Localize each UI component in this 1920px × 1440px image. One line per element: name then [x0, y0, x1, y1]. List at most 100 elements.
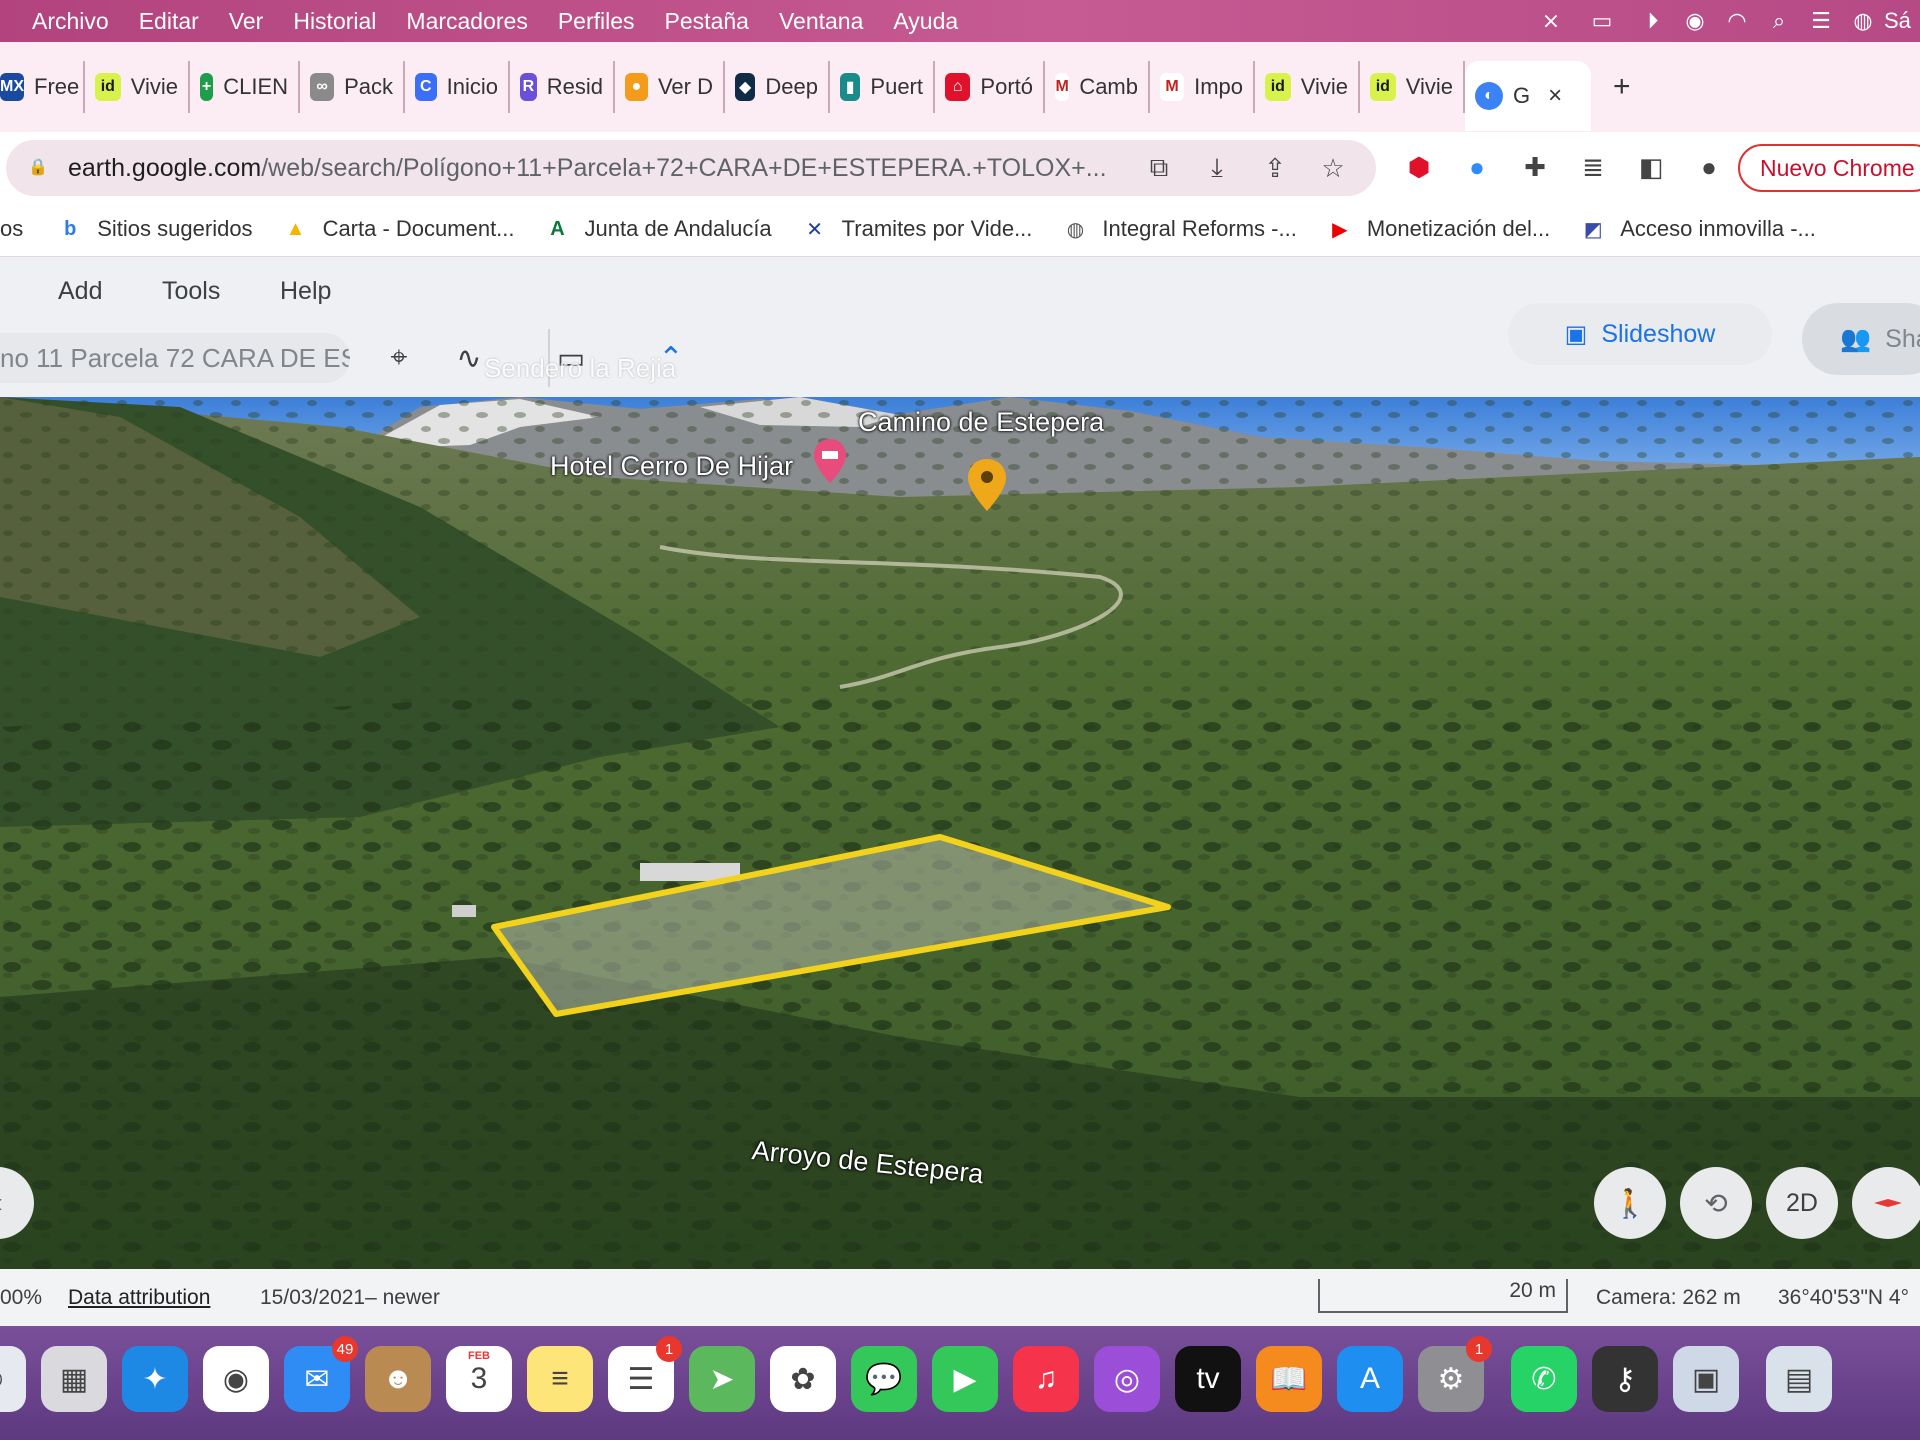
menu-historial[interactable]: Historial: [293, 8, 376, 35]
adblock-icon[interactable]: ⬢: [1390, 152, 1448, 183]
location-pin-icon[interactable]: [966, 457, 1008, 513]
settings-icon[interactable]: ⚙ 1: [1418, 1336, 1492, 1412]
tab-14[interactable]: id Vivie: [1360, 61, 1465, 113]
toggle-2d-button[interactable]: 2D: [1766, 1167, 1838, 1239]
menu-perfiles[interactable]: Perfiles: [558, 8, 635, 35]
menu-editar[interactable]: Editar: [139, 8, 199, 35]
rotate-lock-icon[interactable]: ⟲: [1680, 1167, 1752, 1239]
close-tab-icon[interactable]: ×: [1548, 82, 1562, 110]
maps-icon[interactable]: ➤: [689, 1346, 755, 1412]
side-panel-icon[interactable]: ◧: [1622, 152, 1680, 183]
menu-marcadores[interactable]: Marcadores: [406, 8, 527, 35]
zoom-extension-icon[interactable]: ●: [1448, 152, 1506, 183]
reminders-icon[interactable]: ☰ 1: [608, 1336, 682, 1412]
messages-icon[interactable]: 💬: [851, 1346, 917, 1412]
bookmark-item[interactable]: os: [0, 216, 23, 242]
tab-9[interactable]: ▮ Puert: [830, 61, 935, 113]
map-label-hotel[interactable]: Hotel Cerro De Hijar: [550, 451, 793, 482]
battery-icon[interactable]: ▭: [1572, 8, 1632, 34]
imagery-date[interactable]: 15/03/2021– newer: [260, 1286, 440, 1310]
tab-2[interactable]: id Vivie: [85, 61, 190, 113]
podcasts-icon[interactable]: ◎: [1094, 1346, 1160, 1412]
bookmark-star-icon[interactable]: ☆: [1304, 153, 1362, 184]
photos-icon[interactable]: ✿: [770, 1346, 836, 1412]
bookmark-item[interactable]: ◩ Acceso inmovilla -...: [1580, 216, 1816, 242]
earth-menu-tools[interactable]: Tools: [162, 267, 220, 315]
appstore-icon[interactable]: A: [1337, 1346, 1403, 1412]
finder-icon[interactable]: ☺: [0, 1346, 26, 1412]
bookmark-item[interactable]: A Junta de Andalucía: [545, 216, 771, 242]
bookmark-item[interactable]: ▲ Carta - Document...: [283, 216, 515, 242]
slideshow-button[interactable]: ▣ Slideshow: [1508, 303, 1772, 365]
bookmark-item[interactable]: b Sitios sugeridos: [57, 216, 252, 242]
share-icon[interactable]: ⇪: [1246, 153, 1304, 184]
notes-icon[interactable]: ≡: [527, 1346, 593, 1412]
screenshot-icon[interactable]: ▤: [1766, 1346, 1832, 1412]
tab-11[interactable]: M Camb: [1045, 61, 1150, 113]
whatsapp-icon[interactable]: ✆: [1511, 1346, 1577, 1412]
safari-icon[interactable]: ✦: [122, 1346, 188, 1412]
share-button[interactable]: 👥 Sha: [1802, 303, 1920, 375]
tab-7[interactable]: ● Ver D: [615, 61, 725, 113]
address-bar[interactable]: 🔒 earth.google.com/web/search/Polígono+1…: [6, 140, 1376, 196]
previous-arrow-button[interactable]: ‹: [0, 1167, 34, 1239]
map-label-camino[interactable]: Camino de Estepera: [858, 407, 1104, 438]
active-tab[interactable]: ◐ G ×: [1465, 61, 1591, 131]
open-external-icon[interactable]: ⧉: [1130, 152, 1188, 184]
calendar-icon[interactable]: 3 FEB: [446, 1346, 512, 1412]
wifi-icon[interactable]: ◠: [1716, 8, 1758, 34]
bluetooth-off-icon[interactable]: ⨯: [1530, 8, 1572, 34]
earth-search-input[interactable]: no 11 Parcela 72 CARA DE ES: [0, 333, 350, 383]
bookmark-item[interactable]: ✕ Tramites por Vide...: [802, 216, 1032, 242]
earth-menu-help[interactable]: Help: [280, 267, 331, 315]
menu-ventana[interactable]: Ventana: [779, 8, 863, 35]
new-chrome-button[interactable]: Nuevo Chrome: [1738, 144, 1920, 192]
menu-archivo[interactable]: Archivo: [32, 8, 109, 35]
tv-icon[interactable]: tv: [1175, 1346, 1241, 1412]
control-center-icon[interactable]: ☰: [1800, 8, 1842, 34]
clock-text[interactable]: Sá: [1884, 8, 1920, 34]
contacts-icon[interactable]: ☻: [365, 1346, 431, 1412]
menu-pestana[interactable]: Pestaña: [665, 8, 749, 35]
tab-1[interactable]: MX Free: [0, 61, 85, 113]
parcel-polygon[interactable]: [0, 397, 1920, 1269]
menu-ayuda[interactable]: Ayuda: [893, 8, 958, 35]
install-app-icon[interactable]: ⤓: [1188, 152, 1246, 184]
play-icon[interactable]: ⏵: [1632, 8, 1674, 34]
facetime-icon[interactable]: ▶: [932, 1346, 998, 1412]
url-text[interactable]: earth.google.com/web/search/Polígono+11+…: [68, 154, 1168, 183]
menu-ver[interactable]: Ver: [229, 8, 264, 35]
preview-icon[interactable]: ▣: [1673, 1346, 1739, 1412]
chrome-icon[interactable]: ◉: [203, 1346, 269, 1412]
mail-icon[interactable]: ✉ 49: [284, 1336, 358, 1412]
earth-3d-view[interactable]: Camino de Estepera Hotel Cerro De Hijar …: [0, 397, 1920, 1269]
bookmark-item[interactable]: ▶ Monetización del...: [1327, 216, 1550, 242]
launchpad-icon[interactable]: ▦: [41, 1346, 107, 1412]
tab-8[interactable]: ◆ Deep: [725, 61, 830, 113]
siri-icon[interactable]: ◍: [1842, 8, 1884, 34]
placemark-pin-icon[interactable]: ⌖: [376, 335, 422, 381]
tab-5[interactable]: C Inicio: [405, 61, 510, 113]
tab-12[interactable]: M Impo: [1150, 61, 1255, 113]
lock-icon[interactable]: 🔒: [28, 157, 48, 179]
compass-icon[interactable]: [1852, 1167, 1920, 1239]
music-icon[interactable]: ♫: [1013, 1346, 1079, 1412]
extensions-puzzle-icon[interactable]: ✚: [1506, 152, 1564, 183]
books-icon[interactable]: 📖: [1256, 1346, 1322, 1412]
new-tab-button[interactable]: +: [1613, 70, 1631, 104]
tab-13[interactable]: id Vivie: [1255, 61, 1360, 113]
tab-10[interactable]: ⌂ Portó: [935, 61, 1045, 113]
tab-4[interactable]: ∞ Pack: [300, 61, 405, 113]
hotel-pin-icon[interactable]: [812, 437, 848, 485]
keychain-icon[interactable]: ⚷: [1592, 1346, 1658, 1412]
bookmark-item[interactable]: ◍ Integral Reforms -...: [1062, 216, 1297, 242]
tab-3[interactable]: + CLIEN: [190, 61, 300, 113]
data-attribution-link[interactable]: Data attribution: [68, 1286, 210, 1310]
earth-menu-add[interactable]: Add: [58, 267, 102, 315]
media-control-icon[interactable]: ≣: [1564, 152, 1622, 183]
profile-avatar[interactable]: ●: [1680, 152, 1738, 183]
user-icon[interactable]: ◉: [1674, 8, 1716, 34]
tab-6[interactable]: R Resid: [510, 61, 615, 113]
pegman-streetview-icon[interactable]: 🚶: [1594, 1167, 1666, 1239]
spotlight-search-icon[interactable]: ⌕: [1758, 8, 1800, 34]
